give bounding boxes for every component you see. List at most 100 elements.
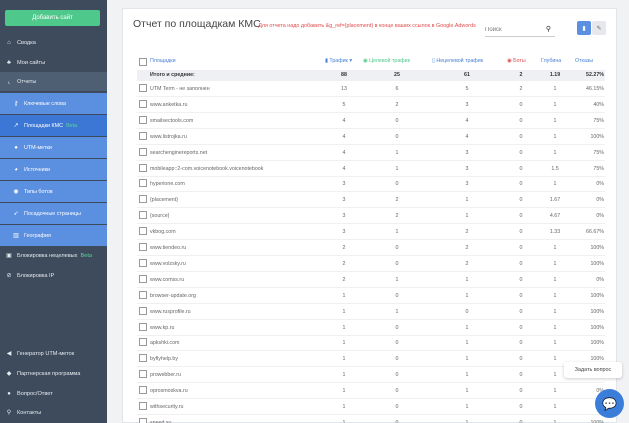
table-row: vkbog.com 3 1 2 0 1.33 66.67% [137,224,605,241]
cell-value: 1.5 [551,165,559,172]
row-checkbox[interactable] [139,402,147,410]
cell-value: 75% [593,117,604,124]
cell-value: 2 [519,86,523,92]
sidebar-item-block-ip[interactable]: ⊘ Блокировка IP [0,266,107,285]
sidebar-subitem-utm[interactable]: ● UTM-метки [0,137,107,158]
search-icon[interactable]: ⚲ [546,25,551,33]
col-target-traffic[interactable]: ◉ Целевой трафик [363,58,410,64]
sidebar-item-reports[interactable]: ⌞ Отчеты [0,72,107,91]
table-row: www.rusprofile.ru 1 1 0 0 1 100% [137,304,605,320]
select-all-checkbox[interactable] [139,58,147,66]
table-row: www.kp.ru 1 0 1 0 1 100% [137,320,605,336]
row-checkbox[interactable] [139,338,147,347]
search-field[interactable]: ⚲ [485,23,555,37]
table-row: UTM Term - не заполнен 13 6 5 2 1 46.15% [137,81,605,97]
cell-value: 0 [395,260,399,267]
col-nontarget-traffic[interactable]: ▯ Нецелевой трафик [432,58,483,64]
row-checkbox[interactable] [139,354,147,363]
cell-value: 1 [342,404,346,410]
row-checkbox[interactable] [139,99,147,108]
bullseye-icon: ◉ [363,58,368,64]
cell-value: 0 [519,229,523,236]
search-input[interactable] [485,26,535,33]
cell-value: 1 [395,165,399,172]
cell-value: 1 [553,86,557,92]
placement-name: UTM Term - не заполнен [150,86,210,92]
page-title: Отчет по площадкам КМС [133,18,261,30]
row-checkbox[interactable] [139,386,147,395]
table-row: smailsectools.com 4 0 4 0 1 75% [137,113,605,129]
cell-value: 100% [590,260,604,267]
cell-value: 46.15% [586,86,604,92]
row-checkbox[interactable] [139,163,147,172]
col-bots[interactable]: ◉ Боты [507,58,526,64]
sidebar-subitem-landing-pages[interactable]: ➶ Посадочные страницы [0,203,107,224]
cell-value: 4 [342,133,346,140]
cell-value: 0 [519,292,523,299]
row-checkbox[interactable] [139,417,147,423]
tags-icon: ● [14,144,18,151]
chart-view-button[interactable]: ▮ [577,21,591,35]
col-placements[interactable]: Площадки [150,58,176,64]
row-checkbox[interactable] [139,115,147,124]
row-checkbox[interactable] [139,84,147,92]
row-checkbox[interactable] [139,306,147,315]
bar-chart-icon: ▮ [582,25,586,32]
table-row: www.listrojka.ru 4 0 4 0 1 100% [137,129,605,145]
placement-name: mobileapp::2-com.voicenotebook.voicenote… [150,165,264,172]
row-checkbox[interactable] [139,370,147,379]
placement-name: smailsectools.com [150,117,194,124]
row-checkbox[interactable] [139,211,147,220]
cell-value: 0% [596,213,604,220]
col-depth[interactable]: Глубина [541,58,561,64]
cell-value: 0 [395,340,399,347]
cell-value: 0% [596,276,604,283]
row-checkbox[interactable] [139,227,147,236]
row-checkbox[interactable] [139,258,147,267]
table-row: www.tiendeo.ru 2 0 2 0 1 100% [137,240,605,256]
row-checkbox[interactable] [139,322,147,331]
col-traffic[interactable]: ▮ Трафик ▾ [325,58,352,64]
row-checkbox[interactable] [139,290,147,299]
sidebar-subitem-sources[interactable]: ◕ Источники [0,159,107,180]
cell-value: 4 [342,149,346,156]
map-marker-icon: ⚲ [6,410,12,416]
cell-value: 100% [590,292,604,299]
row-checkbox[interactable] [139,147,147,156]
cell-value: 2 [465,245,469,251]
sidebar-item-summary[interactable]: ⌂ Сводка [0,33,107,52]
sidebar-item-faq[interactable]: ● Вопрос/Ответ [0,384,107,403]
sidebar-item-partner-program[interactable]: ◆ Партнерская программа [0,364,107,383]
sidebar-item-block-nontarget[interactable]: ▣ Блокировка нецелевых Beta [0,246,107,265]
sidebar-item-my-sites[interactable]: ♣ Мои сайты [0,53,107,72]
sidebar-item-contacts[interactable]: ⚲ Контакты [0,403,107,422]
cell-value: 1 [553,245,557,251]
row-checkbox[interactable] [139,243,147,251]
row-checkbox[interactable] [139,179,147,188]
chat-button[interactable]: 💬 [595,389,624,418]
row-checkbox[interactable] [139,195,147,204]
sidebar-subitem-geography[interactable]: ▥ География [0,225,107,246]
table-row: {placement} 3 2 1 0 1.67 0% [137,192,605,209]
sidebar-item-utm-generator[interactable]: ◀ Генератор UTM-меток [0,344,107,363]
sidebar-subitem-bot-types[interactable]: ◉ Типы ботов [0,181,107,202]
row-checkbox[interactable] [139,274,147,283]
col-bounces[interactable]: Отказы [575,58,593,64]
cell-value: 1 [465,388,469,395]
sidebar-subitem-kms-placements[interactable]: ↗ Площадки КМС Beta [0,115,107,136]
row-checkbox[interactable] [139,131,147,140]
cell-value: 1 [465,197,469,204]
table-row: speed.su 1 0 1 0 1 100% [137,415,605,423]
cell-value: 2 [465,229,469,236]
cell-value: 1 [342,356,346,363]
edit-view-button[interactable]: ✎ [592,21,606,35]
cell-value: 0 [519,388,523,395]
cell-value: 0 [519,356,523,363]
sidebar-subitem-keywords[interactable]: ⚷ Ключевые слова [0,93,107,114]
table-row: byflyhelp.by 1 0 1 0 1 100% [137,351,605,368]
cell-value: 75% [593,165,604,172]
cell-value: 100% [590,324,604,331]
add-site-button[interactable]: Добавить сайт [5,10,100,26]
cell-value: 1 [342,340,346,347]
cell-value: 0% [596,181,604,188]
